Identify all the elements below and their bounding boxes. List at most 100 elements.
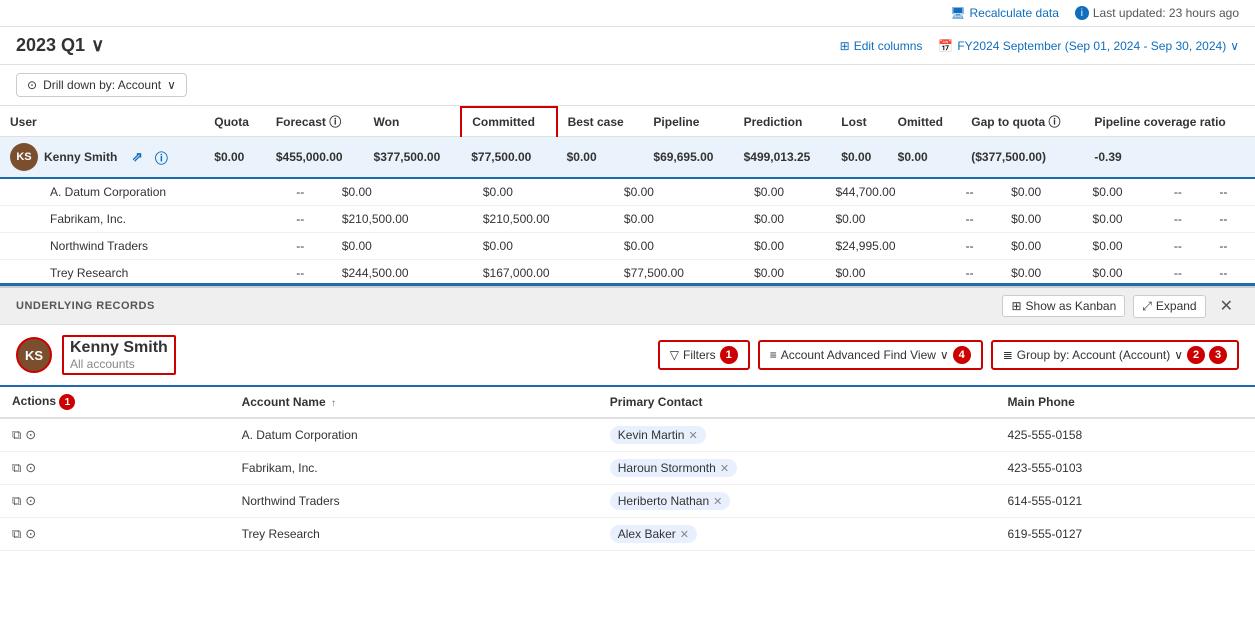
- sub-row-cell-10: --: [1164, 233, 1210, 260]
- expand-icon: ⤢: [1142, 299, 1152, 314]
- period-bar: 2023 Q1 ∨ ⊞ Edit columns 📅 FY2024 Septem…: [0, 27, 1255, 65]
- last-updated: i Last updated: 23 hours ago: [1075, 6, 1239, 20]
- underlying-section-label: UNDERLYING RECORDS: [16, 300, 155, 312]
- edit-columns-button[interactable]: ⊞ Edit columns: [840, 39, 923, 53]
- sub-row-cell-1: --: [286, 233, 332, 260]
- col-account-name: Account Name ↑: [230, 387, 598, 418]
- records-table: Actions 1 Account Name ↑ Primary Contact…: [0, 387, 1255, 551]
- actions-cell: ⧉ ⊙: [0, 518, 230, 551]
- filters-button[interactable]: ▽ Filters 1: [658, 340, 750, 370]
- main-forecast: $455,000.00: [266, 137, 364, 179]
- sub-row-cell-1: --: [286, 206, 332, 233]
- kanban-icon: ⊞: [1011, 299, 1021, 313]
- sub-row-cell-0: Trey Research: [0, 260, 286, 287]
- show-kanban-button[interactable]: ⊞ Show as Kanban: [1002, 295, 1125, 317]
- drill-down-button[interactable]: ⊙ Drill down by: Account ∨: [16, 73, 187, 97]
- sub-row-cell-9: $0.00: [1083, 206, 1164, 233]
- sub-row-cell-10: --: [1164, 260, 1210, 287]
- sub-row-cell-5: $0.00: [744, 206, 825, 233]
- fy-label: FY2024 September (Sep 01, 2024 - Sep 30,…: [957, 39, 1226, 53]
- remove-contact-icon[interactable]: ✕: [720, 462, 729, 475]
- forecast-sub-row: Trey Research--$244,500.00$167,000.00$77…: [0, 260, 1255, 287]
- top-bar: 🖥 Recalculate data i Last updated: 23 ho…: [0, 0, 1255, 27]
- sub-row-cell-8: $0.00: [1001, 206, 1082, 233]
- expand-row-icon[interactable]: ⇗: [127, 147, 147, 167]
- fy-period-button[interactable]: 📅 FY2024 September (Sep 01, 2024 - Sep 3…: [938, 39, 1239, 53]
- show-kanban-label: Show as Kanban: [1026, 299, 1117, 313]
- account-name-cell: Trey Research: [230, 518, 598, 551]
- account-advanced-find-view-button[interactable]: ≡ Account Advanced Find View ∨ 4: [758, 340, 983, 370]
- more-actions-icon[interactable]: ⊙: [25, 526, 36, 542]
- main-ratio: -0.39: [1084, 137, 1255, 179]
- info-icon: i: [1075, 6, 1089, 20]
- groupby-label: Group by: Account (Account): [1017, 348, 1170, 362]
- expand-label: Expand: [1156, 299, 1197, 313]
- top-bar-right: 🖥 Recalculate data i Last updated: 23 ho…: [950, 6, 1239, 20]
- remove-contact-icon[interactable]: ✕: [688, 429, 697, 442]
- sub-row-cell-2: $0.00: [332, 233, 473, 260]
- main-gap: ($377,500.00): [961, 137, 1084, 179]
- contact-name: Alex Baker: [618, 527, 676, 541]
- actions-cell: ⧉ ⊙: [0, 452, 230, 485]
- edit-columns-label: Edit columns: [854, 39, 923, 53]
- sub-row-cell-6: $24,995.00: [825, 233, 955, 260]
- contact-name: Kevin Martin: [618, 428, 685, 442]
- forecast-table-wrapper: User Quota Forecast ⓘ Won Committed Best…: [0, 106, 1255, 286]
- sub-row-cell-1: --: [286, 260, 332, 287]
- contact-name: Heriberto Nathan: [618, 494, 709, 508]
- main-lost: $0.00: [831, 137, 887, 179]
- actions-col: ⧉ ⊙: [12, 493, 218, 509]
- calendar-icon: 📅: [938, 39, 953, 53]
- actions-cell: ⧉ ⊙: [0, 418, 230, 452]
- more-actions-icon[interactable]: ⊙: [25, 427, 36, 443]
- open-record-icon[interactable]: ⧉: [12, 427, 21, 443]
- primary-contact-cell: Alex Baker ✕: [598, 518, 996, 551]
- sub-row-cell-7: --: [956, 179, 1002, 206]
- col-committed: Committed: [461, 107, 556, 137]
- recalculate-button[interactable]: 🖥 Recalculate data: [950, 6, 1059, 20]
- person-header: KS Kenny Smith All accounts ▽ Filters 1 …: [0, 325, 1255, 387]
- account-name-cell: Northwind Traders: [230, 485, 598, 518]
- main-won: $377,500.00: [364, 137, 462, 179]
- forecast-table: User Quota Forecast ⓘ Won Committed Best…: [0, 106, 1255, 179]
- col-primary-contact: Primary Contact: [598, 387, 996, 418]
- info-row-icon[interactable]: ⓘ: [151, 147, 171, 167]
- recalculate-label: Recalculate data: [969, 6, 1058, 20]
- col-omitted: Omitted: [888, 107, 962, 137]
- col-pipeline-ratio: Pipeline coverage ratio: [1084, 107, 1255, 137]
- sub-row-cell-0: A. Datum Corporation: [0, 179, 286, 206]
- open-record-icon[interactable]: ⧉: [12, 526, 21, 542]
- period-chevron-icon: ∨: [91, 35, 104, 56]
- more-actions-icon[interactable]: ⊙: [25, 493, 36, 509]
- main-prediction: $499,013.25: [734, 137, 832, 179]
- groupby-chevron-icon: ∨: [1174, 348, 1183, 362]
- drill-chevron-icon: ∨: [167, 78, 176, 92]
- afv-icon: ≡: [770, 348, 777, 362]
- main-phone-cell: 425-555-0158: [995, 418, 1255, 452]
- open-record-icon[interactable]: ⧉: [12, 493, 21, 509]
- expand-button[interactable]: ⤢ Expand: [1133, 295, 1205, 318]
- group-by-button[interactable]: ≣ Group by: Account (Account) ∨ 2 3: [991, 340, 1239, 370]
- remove-contact-icon[interactable]: ✕: [713, 495, 722, 508]
- account-name-cell: A. Datum Corporation: [230, 418, 598, 452]
- drill-down-label: Drill down by: Account: [43, 78, 161, 92]
- more-actions-icon[interactable]: ⊙: [25, 460, 36, 476]
- close-button[interactable]: ✕: [1214, 294, 1239, 318]
- main-quota: $0.00: [204, 137, 266, 179]
- afv-badge: 4: [953, 346, 971, 364]
- open-record-icon[interactable]: ⧉: [12, 460, 21, 476]
- period-title[interactable]: 2023 Q1 ∨: [16, 35, 104, 56]
- col-quota: Quota: [204, 107, 266, 137]
- recalculate-icon: 🖥: [950, 6, 965, 20]
- forecast-sub-table: A. Datum Corporation--$0.00$0.00$0.00$0.…: [0, 179, 1255, 286]
- sub-row-cell-7: --: [956, 233, 1002, 260]
- user-actions: ⇗ ⓘ: [127, 147, 171, 167]
- person-name: Kenny Smith: [70, 339, 168, 357]
- col-gap: Gap to quota ⓘ: [961, 107, 1084, 137]
- remove-contact-icon[interactable]: ✕: [680, 528, 689, 541]
- underlying-header-actions: ⊞ Show as Kanban ⤢ Expand ✕: [1002, 294, 1239, 318]
- person-name-box: Kenny Smith All accounts: [62, 335, 176, 375]
- sub-row-cell-5: $0.00: [744, 179, 825, 206]
- sub-row-cell-3: $210,500.00: [473, 206, 614, 233]
- sub-row-cell-11: --: [1209, 206, 1255, 233]
